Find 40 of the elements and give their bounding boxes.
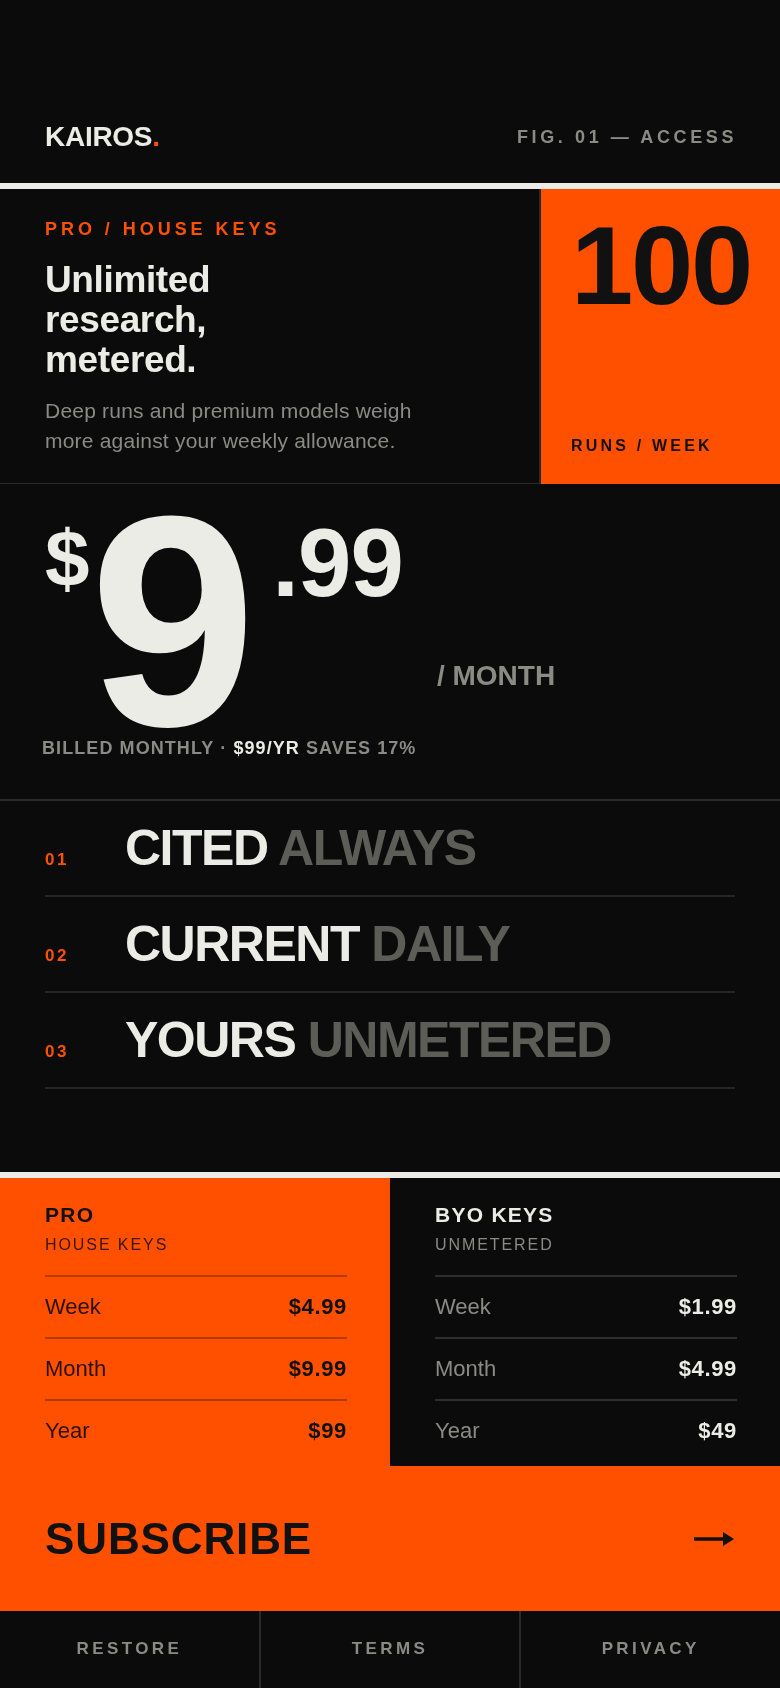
price-period: / MONTH <box>436 660 556 692</box>
stat-value: 100 <box>571 210 753 322</box>
plan-eyebrow: PRO / HOUSE KEYS <box>45 218 282 241</box>
feature-title: CITED ALWAYS <box>125 819 476 878</box>
plan-price: $49 <box>698 1417 737 1445</box>
price-cents: .99 <box>272 515 403 611</box>
arrow-right-icon <box>694 1531 734 1546</box>
plan-period: Month <box>435 1355 497 1383</box>
footer-link[interactable]: PRIVACY <box>519 1611 780 1688</box>
plan-price: $9.99 <box>288 1355 347 1383</box>
feature-title: CURRENT DAILY <box>125 915 510 974</box>
plan-period: Month <box>45 1355 107 1383</box>
hero-title: Unlimited research, metered. <box>45 260 212 380</box>
price-whole: 9 <box>89 506 251 736</box>
plan-period: Week <box>45 1293 101 1321</box>
footer-link[interactable]: RESTORE <box>0 1611 259 1688</box>
feature-number: 01 <box>45 849 70 871</box>
plan-price: $99 <box>308 1417 347 1445</box>
currency-symbol: $ <box>45 519 90 599</box>
plan-price: $1.99 <box>678 1293 737 1321</box>
brand-logo: KAIROS. <box>45 119 160 154</box>
plan-name: PRO <box>45 1202 96 1228</box>
plan-card[interactable]: PRO HOUSE KEYS Week $4.99 Month $9.99 Year $99 <box>0 1178 390 1466</box>
billing-note: BILLED MONTHLY · $99/YR SAVES 17% <box>42 737 418 760</box>
plan-subtitle: UNMETERED <box>435 1235 555 1255</box>
plan-period: Year <box>45 1417 90 1445</box>
feature-number: 02 <box>45 945 70 967</box>
footer-link[interactable]: TERMS <box>258 1611 520 1688</box>
plan-subtitle: HOUSE KEYS <box>45 1235 170 1255</box>
feature-title: YOURS UNMETERED <box>125 1011 611 1070</box>
subscribe-button[interactable]: SUBSCRIBE <box>0 1466 780 1611</box>
stat-unit: RUNS / WEEK <box>571 436 714 456</box>
plan-period: Year <box>435 1417 480 1445</box>
plan-period: Week <box>435 1293 491 1321</box>
plan-name: BYO KEYS <box>435 1202 555 1228</box>
hero-description: Deep runs and premium models weigh more against your weekly allowance. <box>45 398 413 454</box>
plan-price: $4.99 <box>288 1293 347 1321</box>
feature-number: 03 <box>45 1041 70 1063</box>
figure-label: FIG. 01 — ACCESS <box>517 125 737 149</box>
plan-price: $4.99 <box>678 1355 737 1383</box>
